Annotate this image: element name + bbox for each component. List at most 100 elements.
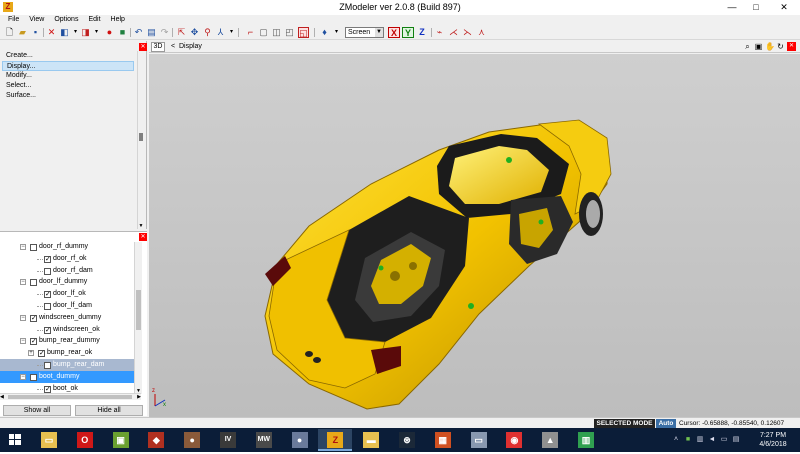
expand-icon[interactable]: + xyxy=(28,350,34,357)
tree-row[interactable]: − boot_dummy xyxy=(0,370,134,383)
axis-z-button[interactable]: Z xyxy=(416,27,428,38)
menu-file[interactable]: File xyxy=(3,15,24,25)
menu-view[interactable]: View xyxy=(24,15,49,25)
export-icon[interactable]: ◨ xyxy=(80,27,91,38)
scroll-left-icon[interactable]: ◀ xyxy=(0,394,4,400)
command-display[interactable]: Display... xyxy=(2,61,134,71)
delete-icon[interactable]: ✕ xyxy=(46,27,57,38)
tool-d-icon[interactable]: ⋏ xyxy=(476,27,487,38)
command-surface[interactable]: Surface... xyxy=(2,91,134,101)
zoom-icon[interactable]: ⌕ xyxy=(743,42,752,51)
taskbar-app[interactable]: ▭ xyxy=(462,429,496,451)
hide-all-button[interactable]: Hide all xyxy=(75,405,143,416)
taskbar-app[interactable]: O xyxy=(68,429,102,451)
visibility-checkbox[interactable] xyxy=(44,303,51,310)
taskbar-app[interactable]: ◆ xyxy=(139,429,173,451)
scrollbar-thumb[interactable] xyxy=(136,290,141,330)
pan-icon[interactable]: ✋ xyxy=(765,42,775,51)
tree-scrollbar[interactable]: ▼ xyxy=(134,242,142,394)
taskbar-app[interactable]: ● xyxy=(283,429,317,451)
tree-row[interactable]: door_rf_dam xyxy=(0,265,134,277)
nvidia-icon[interactable]: ■ xyxy=(684,436,692,444)
walk-icon[interactable]: ⚲ xyxy=(202,27,213,38)
tool-c-icon[interactable]: ⋋ xyxy=(462,27,473,38)
tree-row[interactable]: − door_lf_dummy xyxy=(0,276,134,288)
close-button[interactable]: ✕ xyxy=(768,0,800,15)
taskbar-app[interactable]: ▥ xyxy=(569,429,603,451)
visibility-checkbox[interactable]: ✓ xyxy=(30,338,37,346)
coordinate-system-select[interactable]: Screen ▼ xyxy=(345,27,384,38)
tree-row[interactable]: − ✓ bump_rear_dummy xyxy=(0,335,134,347)
taskbar-app[interactable]: MW xyxy=(247,429,281,451)
keyboard-icon[interactable]: ▤ xyxy=(732,436,740,444)
taskbar-app[interactable]: Z xyxy=(318,429,353,451)
selection-mode-badge[interactable]: SELECTED MODE xyxy=(594,419,655,428)
network-icon[interactable]: ▥ xyxy=(696,436,704,444)
visibility-checkbox[interactable]: ✓ xyxy=(44,291,51,299)
split-dropdown-icon[interactable]: ▾ xyxy=(226,27,237,38)
document-icon[interactable]: ▤ xyxy=(146,27,157,38)
box-frame-icon[interactable]: ▢ xyxy=(258,27,269,38)
box-edges-icon[interactable]: ◫ xyxy=(271,27,282,38)
tree-row[interactable]: ✓ door_lf_ok xyxy=(0,288,134,300)
command-create[interactable]: Create... xyxy=(2,51,134,61)
collapse-icon[interactable]: − xyxy=(20,314,26,321)
collapse-icon[interactable]: − xyxy=(20,338,26,345)
save-icon[interactable]: ▪ xyxy=(30,27,41,38)
axis-y-button[interactable]: Y xyxy=(402,27,414,38)
visibility-checkbox[interactable]: ✓ xyxy=(44,326,51,334)
taskbar-app[interactable]: ▦ xyxy=(426,429,460,451)
taskbar-app[interactable]: ▭ xyxy=(32,429,66,451)
collapse-icon[interactable]: − xyxy=(20,373,26,380)
tree-row[interactable]: − door_rf_dummy xyxy=(0,241,134,253)
tree-horizontal-scrollbar[interactable]: ◀ ▶ xyxy=(0,393,141,400)
tree-row[interactable]: + ✓ bump_rear_ok xyxy=(0,347,134,359)
view-mode-button[interactable]: 3D xyxy=(151,42,165,52)
scrollbar-thumb[interactable] xyxy=(139,133,143,141)
system-clock[interactable]: 7:27 PM 4/6/2018 xyxy=(750,431,796,449)
close-icon[interactable]: ✕ xyxy=(139,233,147,241)
paint-drop-icon[interactable]: ♦ xyxy=(319,27,330,38)
new-file-icon[interactable]: 🗋 xyxy=(4,27,15,38)
taskbar-app[interactable]: ⊛ xyxy=(390,429,424,451)
visibility-checkbox[interactable]: ✓ xyxy=(38,350,45,358)
visibility-checkbox[interactable] xyxy=(30,373,37,381)
command-scrollbar[interactable]: ▼ xyxy=(137,51,144,229)
scroll-right-icon[interactable]: ▶ xyxy=(137,394,141,400)
split-icon[interactable]: ⅄ xyxy=(215,27,226,38)
close-icon[interactable]: ✕ xyxy=(139,43,147,51)
redo-icon[interactable]: ↷ xyxy=(159,27,170,38)
back-icon[interactable]: < xyxy=(171,43,175,50)
tree-row[interactable]: − ✓ windscreen_dummy xyxy=(0,312,134,324)
visibility-checkbox[interactable] xyxy=(44,267,51,275)
tree-row[interactable]: ✓ door_rf_ok xyxy=(0,253,134,265)
visibility-checkbox[interactable]: ✓ xyxy=(44,255,51,263)
box-solid-icon[interactable]: ◰ xyxy=(284,27,295,38)
volume-icon[interactable]: ◄ xyxy=(708,436,716,444)
visibility-checkbox[interactable] xyxy=(30,244,37,251)
3d-viewport[interactable]: z x xyxy=(149,54,800,417)
menu-options[interactable]: Options xyxy=(49,15,83,25)
rotate-icon[interactable]: ↻ xyxy=(776,42,785,51)
taskbar-app[interactable]: ◉ xyxy=(497,429,531,451)
visibility-checkbox[interactable] xyxy=(30,279,37,287)
scrollbar-thumb[interactable] xyxy=(8,395,132,399)
tool-b-icon[interactable]: ⋌ xyxy=(448,27,459,38)
auto-badge[interactable]: Auto xyxy=(656,419,676,428)
battery-icon[interactable]: ▭ xyxy=(720,436,728,444)
visibility-checkbox[interactable] xyxy=(44,362,51,369)
menu-help[interactable]: Help xyxy=(106,15,130,25)
open-folder-icon[interactable]: ▰ xyxy=(17,27,28,38)
visibility-checkbox[interactable]: ✓ xyxy=(44,385,51,393)
select-cursor-icon[interactable]: ⇱ xyxy=(176,27,187,38)
box-lock-icon[interactable]: ◱ xyxy=(298,27,309,38)
taskbar-app[interactable]: ● xyxy=(175,429,209,451)
start-button[interactable] xyxy=(0,428,30,452)
maximize-button[interactable]: □ xyxy=(744,0,768,15)
taskbar-app[interactable]: ▲ xyxy=(533,429,567,451)
export-dropdown-icon[interactable]: ▾ xyxy=(91,27,102,38)
record-icon[interactable]: ● xyxy=(104,27,115,38)
zoom-extents-icon[interactable]: ▣ xyxy=(754,42,763,51)
taskbar-app[interactable]: ▣ xyxy=(104,429,138,451)
minimize-button[interactable]: — xyxy=(720,0,744,15)
